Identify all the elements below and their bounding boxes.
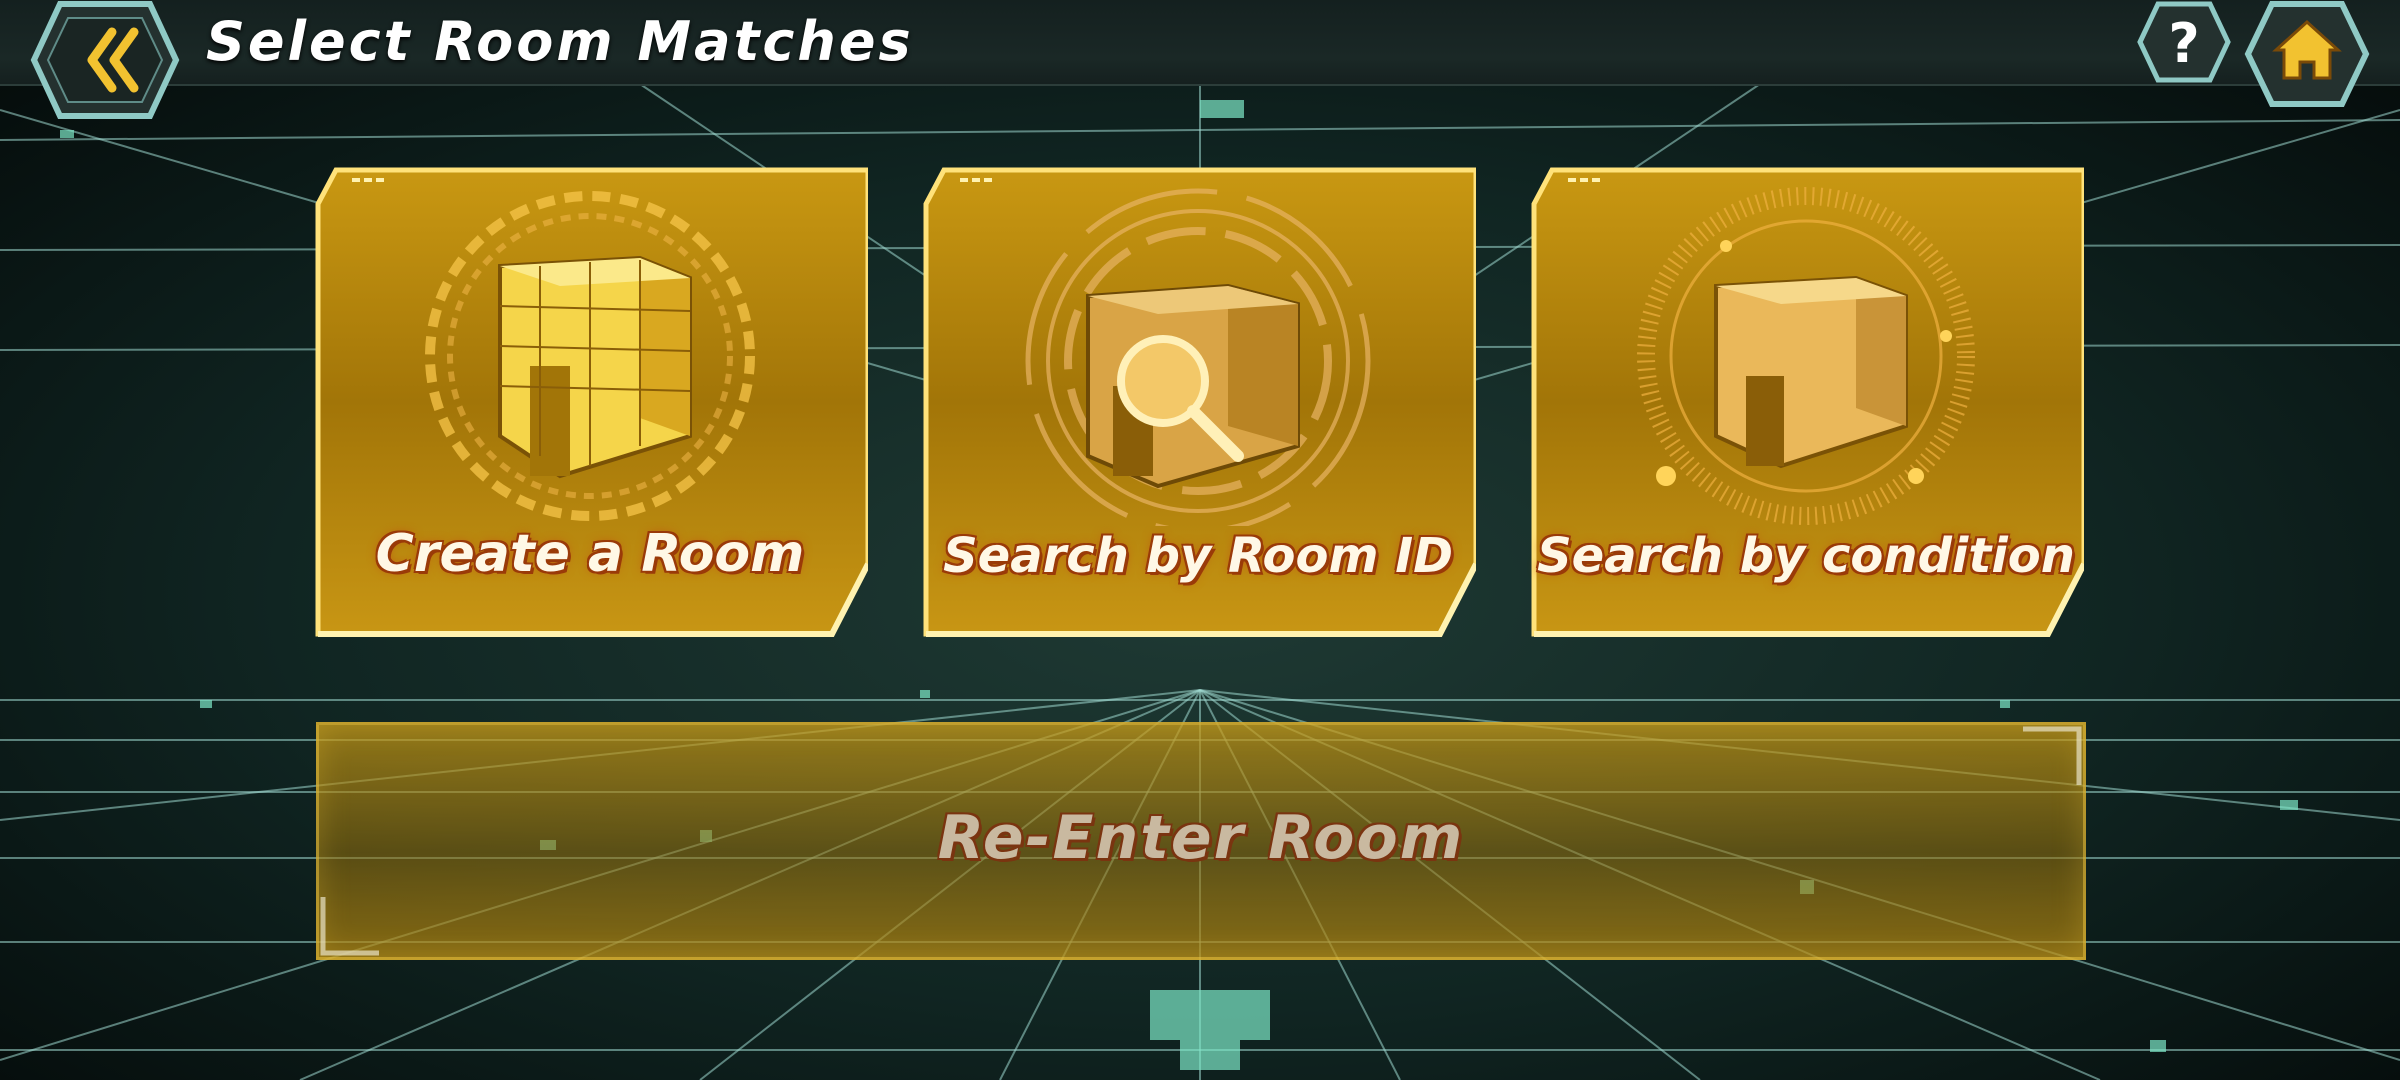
corner-bracket [2023,726,2082,785]
question-mark-icon: ? [2168,12,2199,75]
create-room-label: Create a Room [375,524,805,584]
search-room-id-card[interactable]: Search by Room ID [920,164,1476,640]
help-button[interactable]: ? [2136,0,2232,84]
corner-bracket [320,897,379,956]
radar-cube-icon [1637,187,1975,525]
re-enter-room-label: Re-Enter Room [937,803,1465,873]
page-title: Select Room Matches [206,10,914,73]
honeycomb-cube-icon [425,191,755,521]
home-button[interactable] [2244,0,2370,108]
search-condition-card[interactable]: Search by condition [1528,164,2084,640]
search-room-id-label: Search by Room ID [943,528,1453,584]
back-button[interactable] [30,0,180,120]
magnifier-cube-icon [1025,188,1371,526]
search-condition-label: Search by condition [1537,528,2075,584]
create-room-card[interactable]: Create a Room [312,164,868,640]
re-enter-room-button[interactable]: Re-Enter Room [316,722,2086,960]
